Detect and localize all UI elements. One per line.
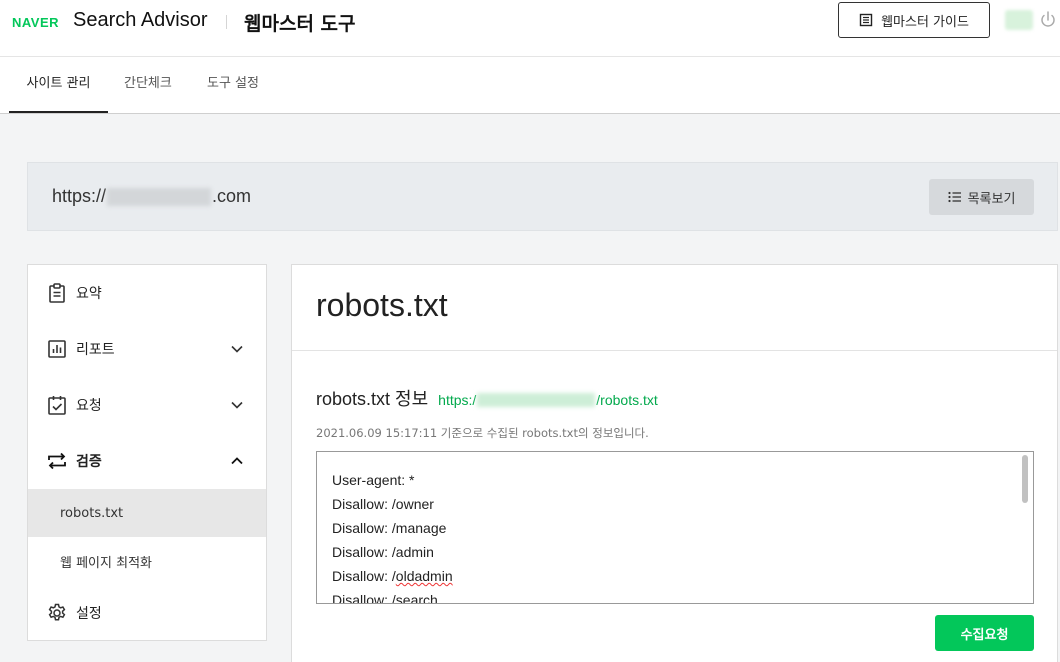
site-url-prefix: https://	[52, 186, 107, 206]
clipboard-icon	[49, 283, 65, 303]
sidebar-nav: 요약 리포트 요청 검증 robots.txt 웹 페이지 최적화 설정	[27, 264, 267, 641]
robots-line: Disallow: /admin	[332, 544, 434, 560]
robots-content-viewer[interactable]: User-agent: * Disallow: /owner Disallow:…	[316, 451, 1034, 604]
robots-link-suffix: /robots.txt	[596, 392, 658, 408]
logout-power-icon[interactable]	[1039, 10, 1057, 30]
sidebar-item-settings[interactable]: 설정	[28, 589, 266, 637]
tab-tool-settings[interactable]: 도구 설정	[207, 57, 259, 113]
sidebar-item-verify[interactable]: 검증	[28, 437, 266, 485]
robots-line: Disallow: /manage	[332, 520, 447, 536]
robots-txt-link[interactable]: https:/ /robots.txt	[438, 392, 658, 408]
collection-timestamp-caption: 2021.06.09 15:17:11 기준으로 수집된 robots.txt의…	[316, 426, 649, 440]
page-title: robots.txt	[316, 287, 448, 323]
robots-link-prefix: https:/	[438, 392, 477, 408]
robots-content-lines: User-agent: * Disallow: /owner Disallow:…	[332, 470, 453, 604]
section-title: robots.txt 정보	[316, 389, 429, 409]
naver-logo[interactable]: NAVER	[12, 15, 59, 30]
robots-line: User-agent: *	[332, 472, 415, 488]
scrollbar-thumb[interactable]	[1022, 455, 1028, 503]
sidebar-label-settings: 설정	[76, 606, 102, 622]
tool-name[interactable]: 웹마스터 도구	[244, 9, 356, 36]
chevron-down-icon	[231, 401, 243, 409]
robots-line: Disallow: /search	[332, 592, 438, 604]
top-header: NAVER Search Advisor 웹마스터 도구 웹마스터 가이드	[0, 0, 1060, 57]
document-icon	[859, 13, 873, 27]
robots-line: Disallow: /oldadmin	[332, 568, 453, 584]
robots-link-redacted	[477, 393, 596, 407]
sidebar-item-report[interactable]: 리포트	[28, 325, 266, 373]
main-tabbar: 사이트 관리 간단체크 도구 설정	[0, 57, 1060, 114]
header-divider	[226, 15, 227, 29]
sidebar-label-summary: 요약	[76, 286, 102, 302]
chevron-up-icon	[231, 457, 243, 465]
sidebar-label-verify: 검증	[76, 454, 102, 470]
gear-icon	[48, 603, 66, 621]
site-url: https:// .com	[52, 186, 251, 207]
site-url-redacted	[107, 187, 212, 206]
chart-icon	[48, 340, 66, 358]
clipboard-check-icon	[48, 396, 66, 415]
sidebar-sublabel-page-optimization: 웹 페이지 최적화	[60, 555, 152, 571]
tab-site-management[interactable]: 사이트 관리	[9, 57, 108, 113]
list-icon	[947, 191, 961, 203]
robots-panel: robots.txt robots.txt 정보 https:/ /robots…	[291, 264, 1058, 662]
spellcheck-underlined-word: oldadmin	[395, 568, 453, 584]
sidebar-item-request[interactable]: 요청	[28, 381, 266, 429]
title-divider	[292, 350, 1057, 351]
site-url-suffix: .com	[212, 186, 252, 206]
robots-line: Disallow: /owner	[332, 496, 434, 512]
webmaster-guide-label: 웹마스터 가이드	[881, 14, 969, 30]
sidebar-subitem-page-optimization[interactable]: 웹 페이지 최적화	[28, 537, 266, 585]
chevron-down-icon	[231, 345, 243, 353]
app-name[interactable]: Search Advisor	[73, 9, 208, 32]
sidebar-item-summary[interactable]: 요약	[28, 269, 266, 317]
sidebar-subitem-robots-txt[interactable]: robots.txt	[28, 489, 266, 537]
robots-info-header: robots.txt 정보 https:/ /robots.txt	[316, 385, 658, 411]
sidebar-label-request: 요청	[76, 398, 102, 414]
sidebar-label-report: 리포트	[76, 342, 115, 358]
request-collection-button[interactable]: 수집요청	[935, 615, 1034, 651]
site-url-bar: https:// .com 목록보기	[27, 162, 1058, 231]
view-list-label: 목록보기	[967, 191, 1016, 207]
sidebar-sublabel-robots-txt: robots.txt	[60, 505, 124, 521]
webmaster-guide-button[interactable]: 웹마스터 가이드	[838, 2, 990, 38]
tab-quick-check[interactable]: 간단체크	[124, 57, 172, 113]
user-name-redacted[interactable]	[1005, 10, 1033, 30]
repeat-icon	[48, 452, 66, 470]
view-list-button[interactable]: 목록보기	[929, 179, 1034, 215]
